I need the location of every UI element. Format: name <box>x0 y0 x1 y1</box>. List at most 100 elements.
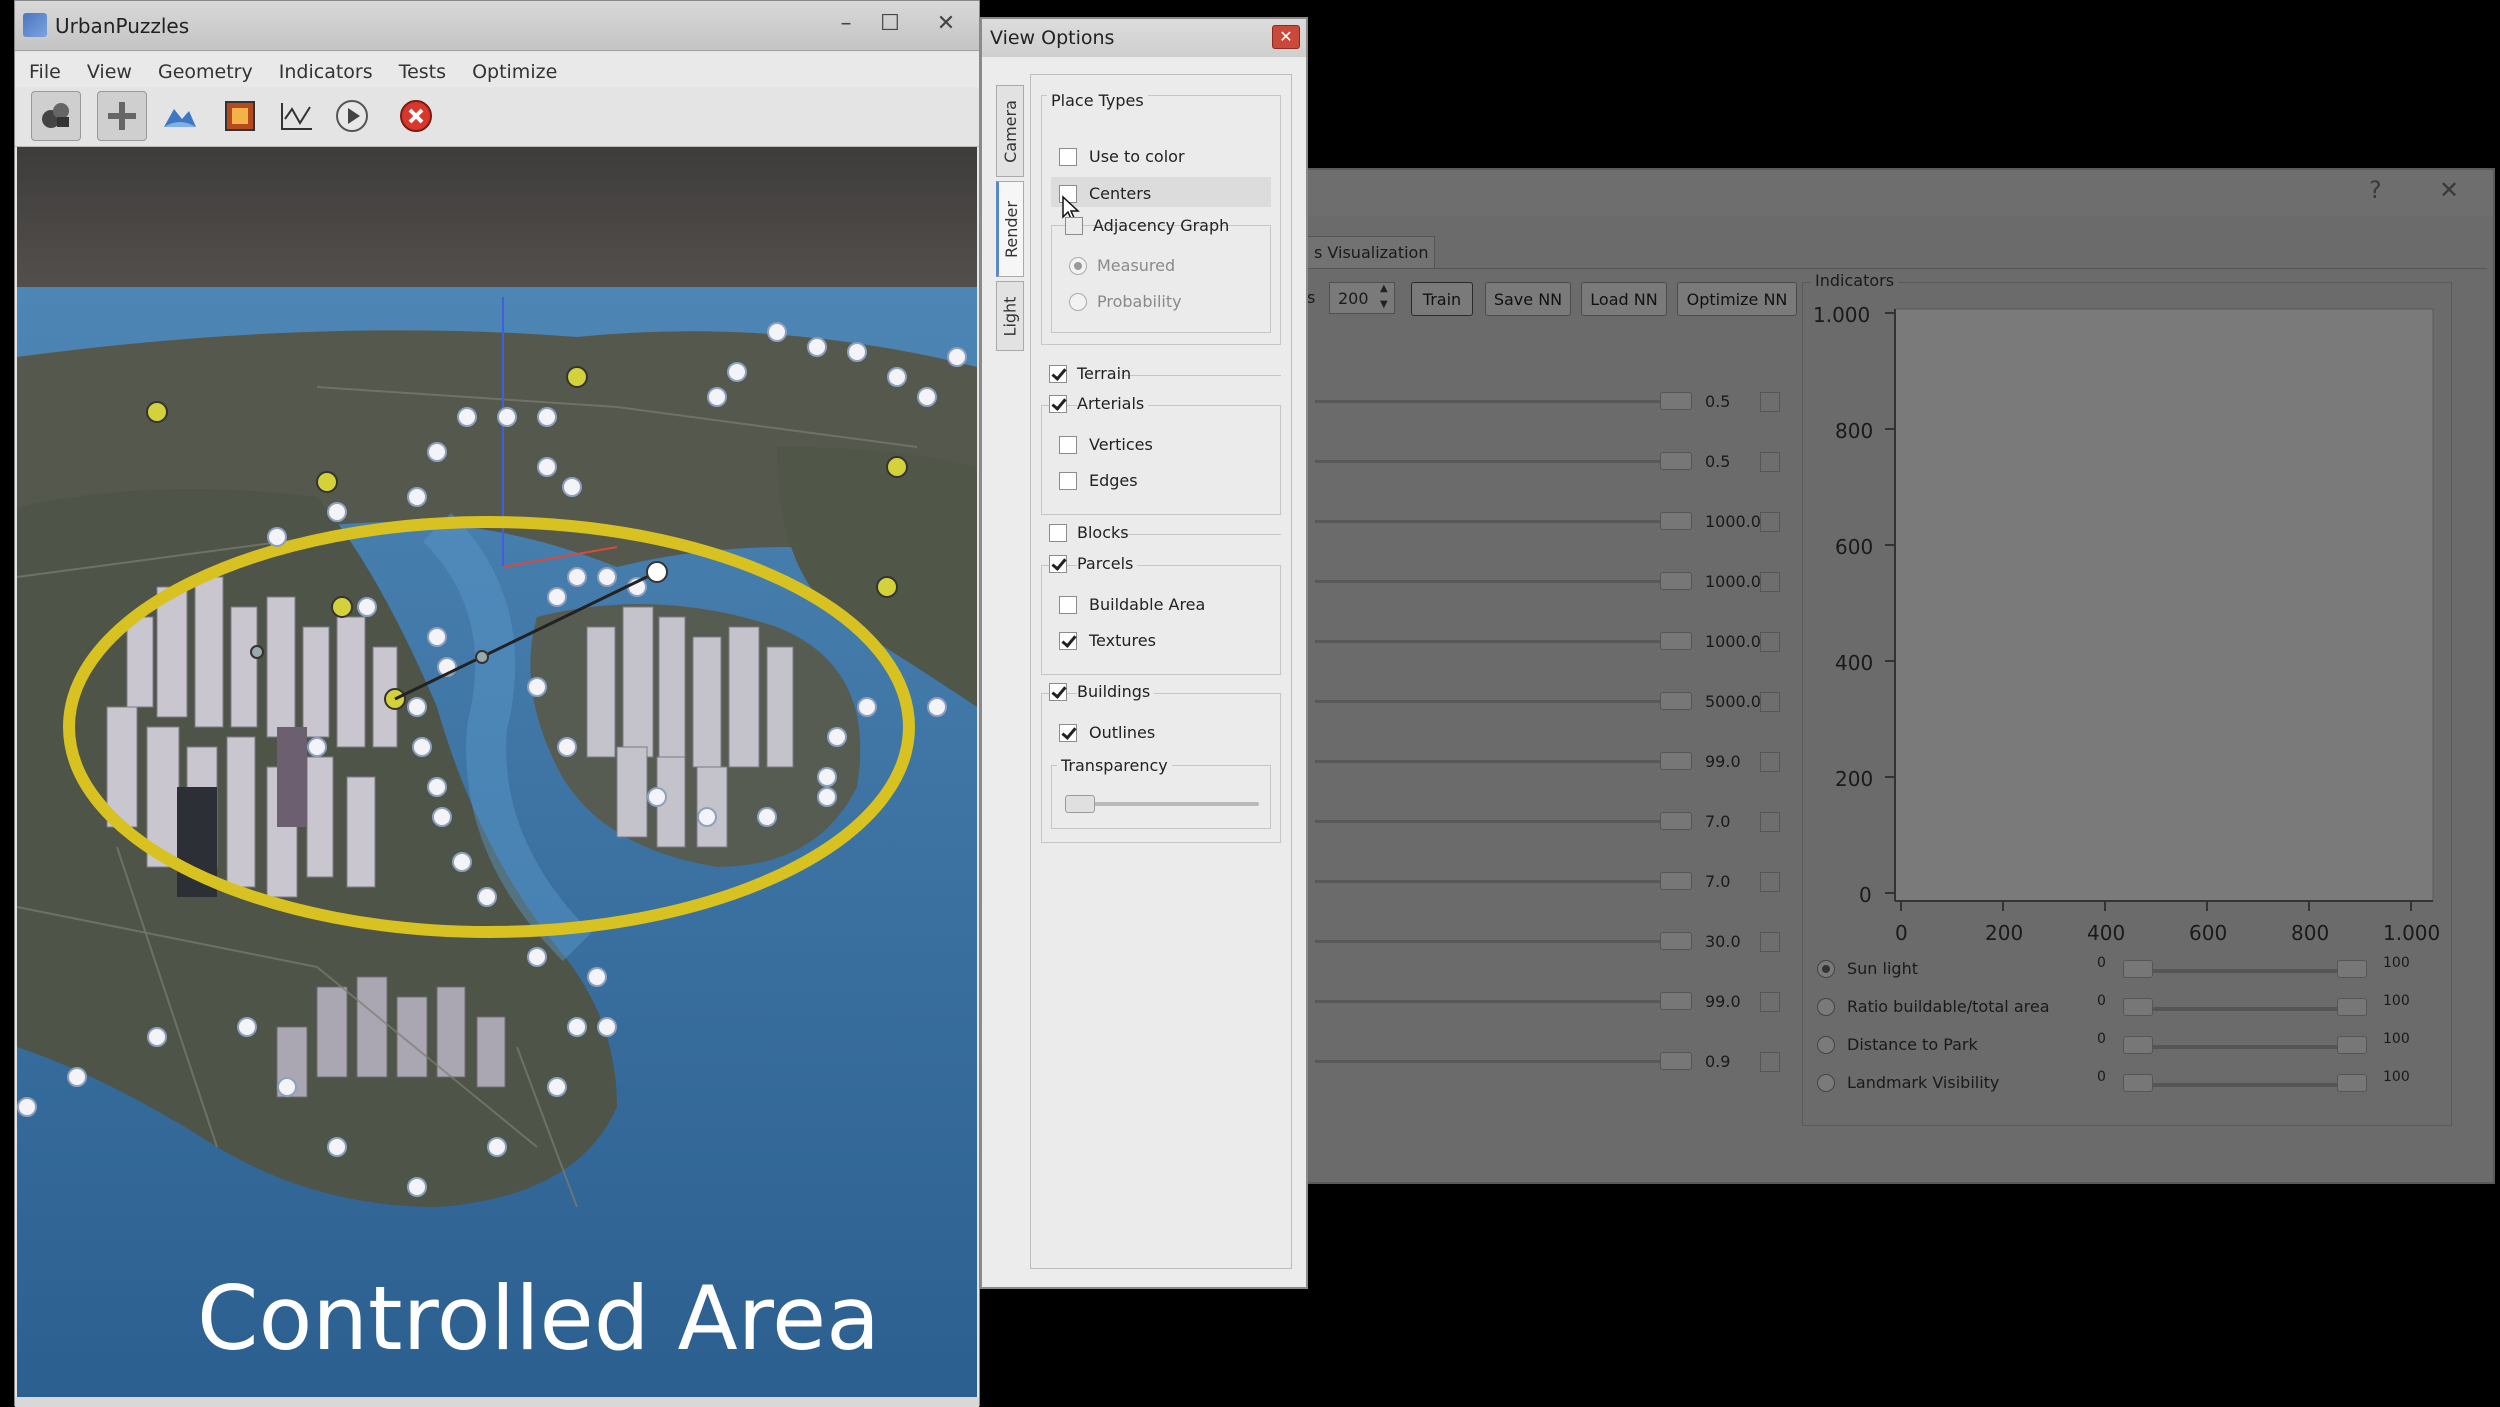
param-checkbox[interactable] <box>1760 572 1780 592</box>
parcels-checkbox[interactable] <box>1049 555 1067 573</box>
param-checkbox[interactable] <box>1760 932 1780 952</box>
blocks-checkbox[interactable] <box>1049 524 1067 542</box>
spin-up-icon[interactable]: ▲ <box>1380 283 1388 294</box>
train-button[interactable]: Train <box>1411 282 1473 316</box>
param-slider[interactable] <box>1660 572 1692 590</box>
tab-light[interactable]: Light <box>996 281 1024 351</box>
indicator-row-distance-park: Distance to Park 0 100 <box>1817 1031 2437 1063</box>
param-checkbox[interactable] <box>1760 632 1780 652</box>
edges-checkbox[interactable] <box>1059 472 1077 490</box>
x-tick: 400 <box>2087 921 2126 945</box>
param-slider[interactable] <box>1660 452 1692 470</box>
parameter-row: 99.0 <box>1315 992 1785 1012</box>
y-tick: 600 <box>1835 535 1874 559</box>
tab-camera[interactable]: Camera <box>996 85 1024 177</box>
param-checkbox[interactable] <box>1760 992 1780 1012</box>
menu-tests[interactable]: Tests <box>399 61 446 83</box>
indicator-max-slider[interactable] <box>2337 960 2367 978</box>
probability-radio[interactable] <box>1069 293 1087 311</box>
measured-radio[interactable] <box>1069 257 1087 275</box>
param-slider[interactable] <box>1660 872 1692 890</box>
param-slider[interactable] <box>1660 932 1692 950</box>
buildable-area-checkbox[interactable] <box>1059 596 1077 614</box>
tab-render[interactable]: Render <box>996 181 1024 277</box>
indicator-max-slider[interactable] <box>2337 1036 2367 1054</box>
camera-icon[interactable] <box>31 91 81 141</box>
image-icon[interactable] <box>215 91 265 141</box>
save-nn-button[interactable]: Save NN <box>1485 282 1571 316</box>
param-checkbox[interactable] <box>1760 392 1780 412</box>
place-types-label: Place Types <box>1047 91 1148 110</box>
param-slider[interactable] <box>1660 512 1692 530</box>
play-icon[interactable] <box>327 91 377 141</box>
3d-viewport[interactable]: Controlled Area <box>17 147 977 1401</box>
y-tick: 0 <box>1859 883 1872 907</box>
close-icon[interactable]: ✕ <box>927 9 965 39</box>
param-checkbox[interactable] <box>1760 752 1780 772</box>
adjacency-graph-checkbox[interactable] <box>1065 217 1083 235</box>
param-slider[interactable] <box>1660 752 1692 770</box>
indicator-radio[interactable] <box>1817 998 1835 1016</box>
indicator-radio[interactable] <box>1817 960 1835 978</box>
terrain-icon[interactable] <box>155 91 205 141</box>
buildings-checkbox[interactable] <box>1049 683 1067 701</box>
param-checkbox[interactable] <box>1760 872 1780 892</box>
param-checkbox[interactable] <box>1760 1052 1780 1072</box>
param-checkbox[interactable] <box>1760 812 1780 832</box>
indicator-min-slider[interactable] <box>2123 998 2153 1016</box>
dialog-close-icon[interactable]: ✕ <box>2439 176 2459 204</box>
nn-visualization-dialog: ? ✕ s Visualization s 200 ▲ ▼ Train Save… <box>1305 168 2495 1184</box>
param-slider[interactable] <box>1660 692 1692 710</box>
arterials-checkbox[interactable] <box>1049 395 1067 413</box>
param-checkbox[interactable] <box>1760 512 1780 532</box>
indicator-row-landmark: Landmark Visibility 0 100 <box>1817 1069 2437 1101</box>
load-nn-button[interactable]: Load NN <box>1581 282 1667 316</box>
render-options-panel: Place Types Use to color Centers Adjacen… <box>1030 74 1292 1269</box>
param-slider[interactable] <box>1660 1052 1692 1070</box>
adjacency-graph-group <box>1051 225 1271 333</box>
parameter-row: 1000.0 <box>1315 572 1785 592</box>
textures-checkbox[interactable] <box>1059 632 1077 650</box>
spin-down-icon[interactable]: ▼ <box>1380 299 1388 310</box>
graph-icon[interactable] <box>271 91 321 141</box>
centers-row-highlight <box>1051 177 1271 207</box>
epochs-label: s <box>1307 288 1316 307</box>
indicator-radio[interactable] <box>1817 1074 1835 1092</box>
optimize-nn-button[interactable]: Optimize NN <box>1677 282 1797 316</box>
menu-view[interactable]: View <box>87 61 132 83</box>
indicator-min-slider[interactable] <box>2123 1036 2153 1054</box>
indicator-row-ratio: Ratio buildable/total area 0 100 <box>1817 993 2437 1025</box>
menu-indicators[interactable]: Indicators <box>279 61 373 83</box>
indicator-max-slider[interactable] <box>2337 998 2367 1016</box>
maximize-icon[interactable]: ☐ <box>871 9 909 39</box>
stop-icon[interactable] <box>391 91 441 141</box>
param-slider[interactable] <box>1660 812 1692 830</box>
indicator-min-slider[interactable] <box>2123 1074 2153 1092</box>
param-checkbox[interactable] <box>1760 692 1780 712</box>
terrain-checkbox[interactable] <box>1049 365 1067 383</box>
param-slider[interactable] <box>1660 392 1692 410</box>
x-tick: 800 <box>2291 921 2330 945</box>
outlines-checkbox[interactable] <box>1059 724 1077 742</box>
tab-visualization[interactable]: s Visualization <box>1305 236 1435 268</box>
help-icon[interactable]: ? <box>2369 176 2382 204</box>
view-options-close-icon[interactable]: ✕ <box>1272 25 1300 49</box>
menu-optimize[interactable]: Optimize <box>472 61 557 83</box>
param-slider[interactable] <box>1660 632 1692 650</box>
indicator-min-slider[interactable] <box>2123 960 2153 978</box>
indicator-radio[interactable] <box>1817 1036 1835 1054</box>
parameter-row: 0.9 <box>1315 1052 1785 1072</box>
add-icon[interactable] <box>97 91 147 141</box>
menu-file[interactable]: File <box>29 61 61 83</box>
y-tick: 200 <box>1835 767 1874 791</box>
param-checkbox[interactable] <box>1760 452 1780 472</box>
indicator-max-slider[interactable] <box>2337 1074 2367 1092</box>
vertices-checkbox[interactable] <box>1059 436 1077 454</box>
transparency-slider[interactable] <box>1065 795 1095 813</box>
param-slider[interactable] <box>1660 992 1692 1010</box>
use-to-color-checkbox[interactable] <box>1059 148 1077 166</box>
minimize-icon[interactable]: – <box>827 9 865 39</box>
menu-geometry[interactable]: Geometry <box>158 61 253 83</box>
controlled-area-caption: Controlled Area <box>197 1267 881 1370</box>
epochs-spinbox[interactable]: 200 ▲ ▼ <box>1329 282 1395 314</box>
